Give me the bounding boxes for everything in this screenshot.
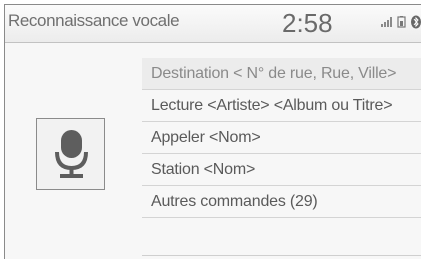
- voice-recognition-screen: Reconnaissance vocale 2:58 Destination <…: [4, 4, 421, 259]
- clock: 2:58: [282, 8, 333, 38]
- signal-bars-icon: [381, 17, 392, 27]
- microphone-icon: [55, 130, 88, 178]
- bluetooth-icon: [411, 15, 421, 29]
- command-item-destination[interactable]: Destination < N° de rue, Rue, Ville>: [142, 58, 421, 90]
- screen-title: Reconnaissance vocale: [8, 11, 180, 30]
- command-label: Appeler <Nom>: [151, 129, 261, 146]
- divider: [142, 255, 421, 256]
- command-label: Autres commandes (29): [151, 193, 318, 210]
- command-item-station[interactable]: Station <Nom>: [142, 154, 421, 186]
- command-item-autres-commandes[interactable]: Autres commandes (29): [142, 186, 421, 218]
- command-item-lecture[interactable]: Lecture <Artiste> <Album ou Titre>: [142, 90, 421, 122]
- voice-command-button[interactable]: [36, 118, 105, 190]
- header-bar: Reconnaissance vocale 2:58: [5, 5, 421, 43]
- command-label: Lecture <Artiste> <Album ou Titre>: [151, 97, 393, 114]
- command-label: Destination < N° de rue, Rue, Ville>: [151, 65, 397, 82]
- phone-battery-icon: [397, 16, 406, 28]
- status-icons: [381, 15, 421, 29]
- command-label: Station <Nom>: [151, 161, 256, 178]
- command-list: Destination < N° de rue, Rue, Ville> Lec…: [142, 58, 421, 218]
- command-item-appeler[interactable]: Appeler <Nom>: [142, 122, 421, 154]
